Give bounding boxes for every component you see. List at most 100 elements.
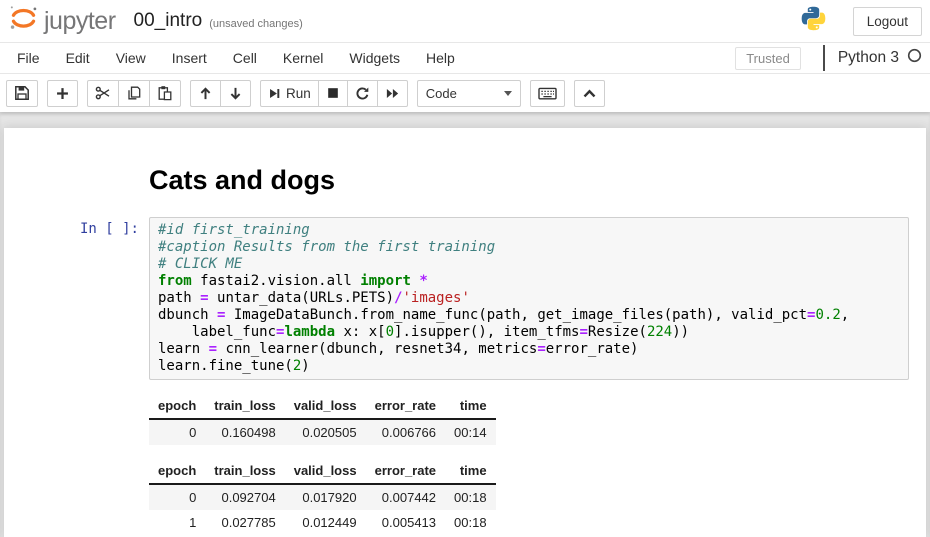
cell-type-value: Code [426,86,457,101]
run-button[interactable]: Run [260,80,319,107]
training-results-table-2: epochtrain_lossvalid_losserror_ratetime … [149,458,496,535]
table-cell: 0 [149,419,205,445]
table-cell: 0.027785 [205,510,284,535]
header-top-bar: jupyter 00_intro (unsaved changes) Logou… [0,0,930,42]
copy-icon [126,85,142,101]
menu-item-widgets[interactable]: Widgets [336,43,413,73]
table-cell: 0.007442 [366,484,445,510]
output-prompt-1 [4,380,149,445]
stop-icon [326,86,340,100]
column-header: error_rate [366,458,445,484]
column-header: train_loss [205,393,284,419]
menu-item-file[interactable]: File [4,43,53,73]
training-results-table-1: epochtrain_lossvalid_losserror_ratetime … [149,393,496,445]
markdown-cell-prompt [4,165,149,195]
arrow-up-icon [198,86,213,101]
run-button-label: Run [286,86,311,101]
input-prompt: In [ ]: [4,217,149,380]
table-cell: 00:18 [445,484,496,510]
kernel-name: Python 3 [838,49,899,67]
keyboard-icon [538,86,557,101]
code-line[interactable]: #caption Results from the first training [158,239,904,256]
code-input-area[interactable]: #id first_training#caption Results from … [149,217,909,380]
notebook-container: Cats and dogs In [ ]: #id first_training… [4,128,926,537]
code-line[interactable]: learn = cnn_learner(dbunch, resnet34, me… [158,341,904,358]
code-line[interactable]: dbunch = ImageDataBunch.from_name_func(p… [158,307,904,324]
table-row: 00.0927040.0179200.00744200:18 [149,484,496,510]
column-header: epoch [149,458,205,484]
caret-down-icon [504,91,512,96]
notebook-title[interactable]: 00_intro [134,10,203,32]
cut-button[interactable] [87,80,119,107]
notebook-site: Cats and dogs In [ ]: #id first_training… [0,112,930,537]
paste-button[interactable] [149,80,181,107]
column-header: train_loss [205,458,284,484]
save-icon [14,85,30,101]
table-cell: 1 [149,510,205,535]
copy-button[interactable] [118,80,150,107]
restart-run-all-button[interactable] [377,80,408,107]
restart-kernel-button[interactable] [347,80,378,107]
plus-icon [55,86,70,101]
move-cell-down-button[interactable] [220,80,251,107]
menu-item-cell[interactable]: Cell [220,43,270,73]
output-area-1: epochtrain_lossvalid_losserror_ratetime … [4,380,926,445]
arrow-down-icon [228,86,243,101]
menu-item-edit[interactable]: Edit [53,43,103,73]
column-header: epoch [149,393,205,419]
chevron-up-icon [582,87,597,100]
menu-list: File Edit View Insert Cell Kernel Widget… [4,43,468,73]
output-area-2: epochtrain_lossvalid_losserror_ratetime … [4,445,926,535]
cell-type-dropdown[interactable]: Code [417,80,521,107]
table-cell: 00:14 [445,419,496,445]
menu-item-kernel[interactable]: Kernel [270,43,336,73]
output-prompt-2 [4,445,149,535]
table-cell: 0.020505 [285,419,366,445]
toolbar: Run Code [0,74,930,112]
table-cell: 0.006766 [366,419,445,445]
column-header: valid_loss [285,393,366,419]
menu-item-view[interactable]: View [103,43,159,73]
table-cell: 0 [149,484,205,510]
notebook-header: jupyter 00_intro (unsaved changes) Logou… [0,0,930,112]
code-line[interactable]: # CLICK ME [158,256,904,273]
interrupt-kernel-button[interactable] [318,80,348,107]
trusted-button[interactable]: Trusted [735,47,801,70]
save-button[interactable] [6,80,38,107]
table-cell: 0.005413 [366,510,445,535]
jupyter-logo-icon [8,3,39,39]
move-cell-up-button[interactable] [190,80,221,107]
logout-button[interactable]: Logout [853,7,922,36]
collapse-toolbar-button[interactable] [574,80,605,107]
jupyter-wordmark: jupyter [44,7,116,36]
code-line[interactable]: from fastai2.vision.all import * [158,273,904,290]
column-header: time [445,393,496,419]
table-header-row: epochtrain_lossvalid_losserror_ratetime [149,458,496,484]
python-logo-icon [800,5,827,37]
table-cell: 0.092704 [205,484,284,510]
step-forward-icon [268,87,281,100]
jupyter-logo[interactable]: jupyter [8,3,116,39]
column-header: valid_loss [285,458,366,484]
menubar: File Edit View Insert Cell Kernel Widget… [0,42,930,74]
code-line[interactable]: learn.fine_tune(2) [158,358,904,375]
page-title: Cats and dogs [149,165,909,195]
table-cell: 00:18 [445,510,496,535]
table-cell: 0.160498 [205,419,284,445]
refresh-icon [355,86,370,101]
menubar-right: Trusted Python 3 [735,45,922,71]
markdown-cell[interactable]: Cats and dogs [4,128,926,195]
code-line[interactable]: path = untar_data(URLs.PETS)/'images' [158,290,904,307]
table-header-row: epochtrain_lossvalid_losserror_ratetime [149,393,496,419]
menu-item-help[interactable]: Help [413,43,468,73]
command-palette-button[interactable] [530,80,565,107]
scissors-icon [95,85,111,101]
insert-cell-button[interactable] [47,80,78,107]
table-row: 10.0277850.0124490.00541300:18 [149,510,496,535]
code-line[interactable]: label_func=lambda x: x[0].isupper(), ite… [158,324,904,341]
code-cell[interactable]: In [ ]: #id first_training#caption Resul… [4,217,926,380]
menu-item-insert[interactable]: Insert [159,43,220,73]
checkpoint-status: (unsaved changes) [209,18,303,30]
code-line[interactable]: #id first_training [158,222,904,239]
column-header: error_rate [366,393,445,419]
